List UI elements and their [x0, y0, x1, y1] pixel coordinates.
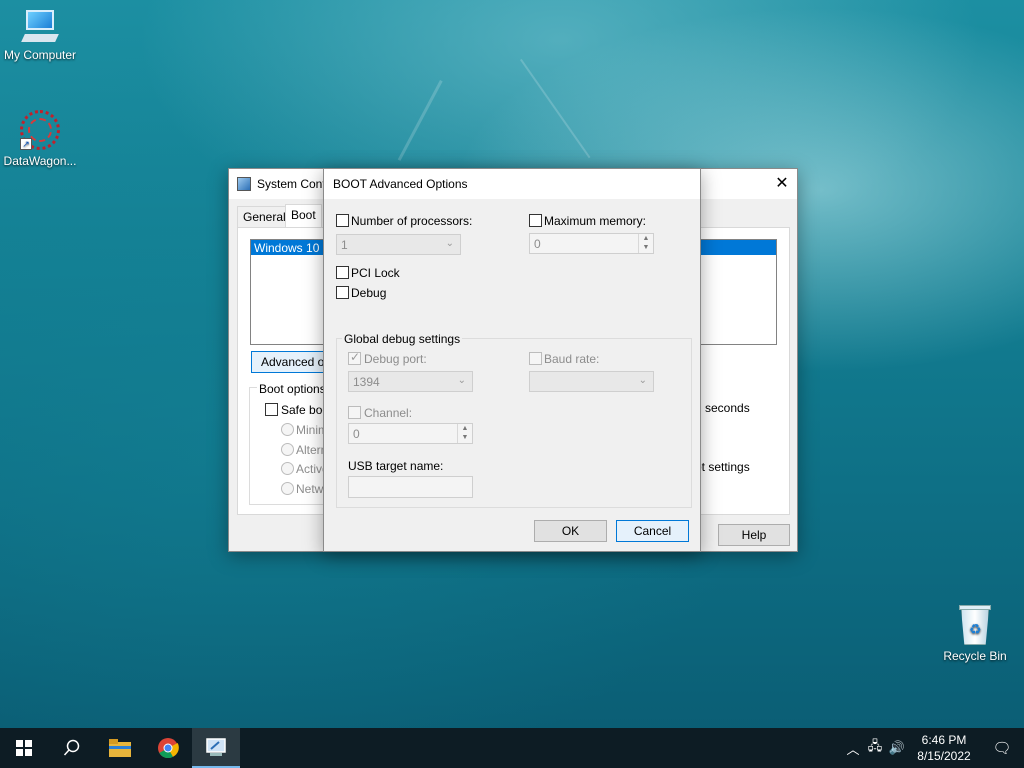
- debug-port-value: 1394: [353, 375, 380, 389]
- pci-lock-label: PCI Lock: [351, 266, 400, 280]
- safe-boot-checkbox[interactable]: [265, 403, 278, 416]
- num-processors-label: Number of processors:: [351, 214, 473, 228]
- recycle-bin-icon: ♻: [957, 603, 993, 645]
- desktop-icon-datawagon[interactable]: ↗ DataWagon...: [0, 110, 80, 168]
- desktop-icon-label: DataWagon...: [3, 154, 77, 168]
- system-tray: ︿ 🖧 🔊 6:46 PM 8/15/2022 🗨: [842, 728, 1024, 768]
- make-permanent-label: ot settings: [695, 460, 750, 474]
- notifications-icon[interactable]: 🗨: [980, 739, 1024, 757]
- max-memory-label: Maximum memory:: [544, 214, 647, 228]
- light-ray: [397, 80, 443, 161]
- network-icon[interactable]: 🖧: [864, 737, 886, 759]
- msconfig-icon: [206, 738, 226, 756]
- taskbar-chrome[interactable]: [144, 728, 192, 768]
- baud-rate-label: Baud rate:: [544, 352, 600, 366]
- light-ray: [520, 58, 591, 159]
- num-processors-checkbox[interactable]: [336, 214, 349, 227]
- debug-port-label: Debug port:: [364, 352, 427, 366]
- clock[interactable]: 6:46 PM 8/15/2022: [908, 732, 980, 764]
- usb-target-name-input[interactable]: [348, 476, 473, 498]
- desktop-icon-recycle-bin[interactable]: ♻ Recycle Bin: [935, 603, 1015, 663]
- taskbar-system-configuration[interactable]: [192, 728, 240, 768]
- safe-boot-label: Safe boo: [281, 403, 330, 417]
- debug-port-checkbox[interactable]: [348, 350, 361, 365]
- debug-checkbox[interactable]: [336, 286, 349, 299]
- ok-button[interactable]: OK: [534, 520, 607, 542]
- chrome-icon: [158, 738, 179, 759]
- dialog-title: BOOT Advanced Options: [333, 177, 468, 191]
- boot-options-label: Boot options: [257, 382, 328, 396]
- tab-boot[interactable]: Boot: [285, 204, 322, 227]
- debug-port-select[interactable]: 1394 ⌄: [348, 371, 473, 392]
- baud-rate-checkbox[interactable]: [529, 352, 542, 365]
- taskbar-file-explorer[interactable]: [96, 728, 144, 768]
- max-memory-value: 0: [534, 237, 541, 251]
- desktop-icon-label: Recycle Bin: [943, 649, 1007, 663]
- datawagon-icon: ↗: [20, 110, 60, 150]
- volume-icon[interactable]: 🔊: [886, 740, 908, 756]
- radio-alternate-shell[interactable]: [281, 443, 294, 456]
- radio-network[interactable]: [281, 482, 294, 495]
- chevron-down-icon: ⌄: [445, 238, 454, 249]
- num-processors-select[interactable]: 1 ⌄: [336, 234, 461, 255]
- cancel-button[interactable]: Cancel: [616, 520, 689, 542]
- desktop-icon-my-computer[interactable]: My Computer: [0, 10, 80, 62]
- taskbar: ︿ 🖧 🔊 6:46 PM 8/15/2022 🗨: [0, 728, 1024, 768]
- windows-logo-icon: [16, 740, 32, 756]
- channel-label: Channel:: [364, 406, 413, 420]
- sysconfig-title: System Conf: [257, 177, 326, 191]
- desktop-icon-label: My Computer: [3, 48, 77, 62]
- timeout-seconds-label: seconds: [705, 401, 750, 415]
- help-button[interactable]: Help: [718, 524, 790, 546]
- close-icon[interactable]: ✕: [767, 169, 797, 199]
- channel-checkbox[interactable]: [348, 406, 361, 419]
- search-icon: [63, 739, 80, 756]
- folder-icon: [109, 739, 131, 757]
- baud-rate-select[interactable]: ⌄: [529, 371, 654, 392]
- spinner-arrows-icon[interactable]: ▲ ▼: [638, 234, 653, 253]
- max-memory-checkbox[interactable]: [529, 214, 542, 227]
- channel-stepper[interactable]: 0 ▲ ▼: [348, 423, 473, 444]
- clock-date: 8/15/2022: [917, 749, 971, 763]
- computer-icon: [21, 10, 59, 44]
- chevron-up-icon[interactable]: ︿: [842, 739, 864, 758]
- channel-value: 0: [353, 427, 360, 441]
- search-button[interactable]: [48, 728, 96, 768]
- msconfig-icon: [237, 177, 251, 191]
- clock-time: 6:46 PM: [921, 733, 967, 747]
- spinner-arrows-icon[interactable]: ▲ ▼: [457, 424, 472, 443]
- radio-active-directory[interactable]: [281, 462, 294, 475]
- radio-minimal[interactable]: [281, 423, 294, 436]
- pci-lock-checkbox[interactable]: [336, 266, 349, 279]
- dialog-titlebar[interactable]: BOOT Advanced Options: [324, 169, 700, 199]
- start-button[interactable]: [0, 728, 48, 768]
- chevron-down-icon: ⌄: [457, 375, 466, 386]
- usb-target-name-label: USB target name:: [348, 459, 444, 473]
- max-memory-stepper[interactable]: 0 ▲ ▼: [529, 233, 654, 254]
- debug-label: Debug: [351, 286, 387, 300]
- boot-advanced-options-dialog: BOOT Advanced Options Number of processo…: [323, 168, 701, 552]
- num-processors-value: 1: [341, 238, 348, 252]
- chevron-down-icon: ⌄: [638, 375, 647, 386]
- tab-general[interactable]: General: [237, 206, 292, 227]
- global-debug-settings-label: Global debug settings: [342, 332, 463, 346]
